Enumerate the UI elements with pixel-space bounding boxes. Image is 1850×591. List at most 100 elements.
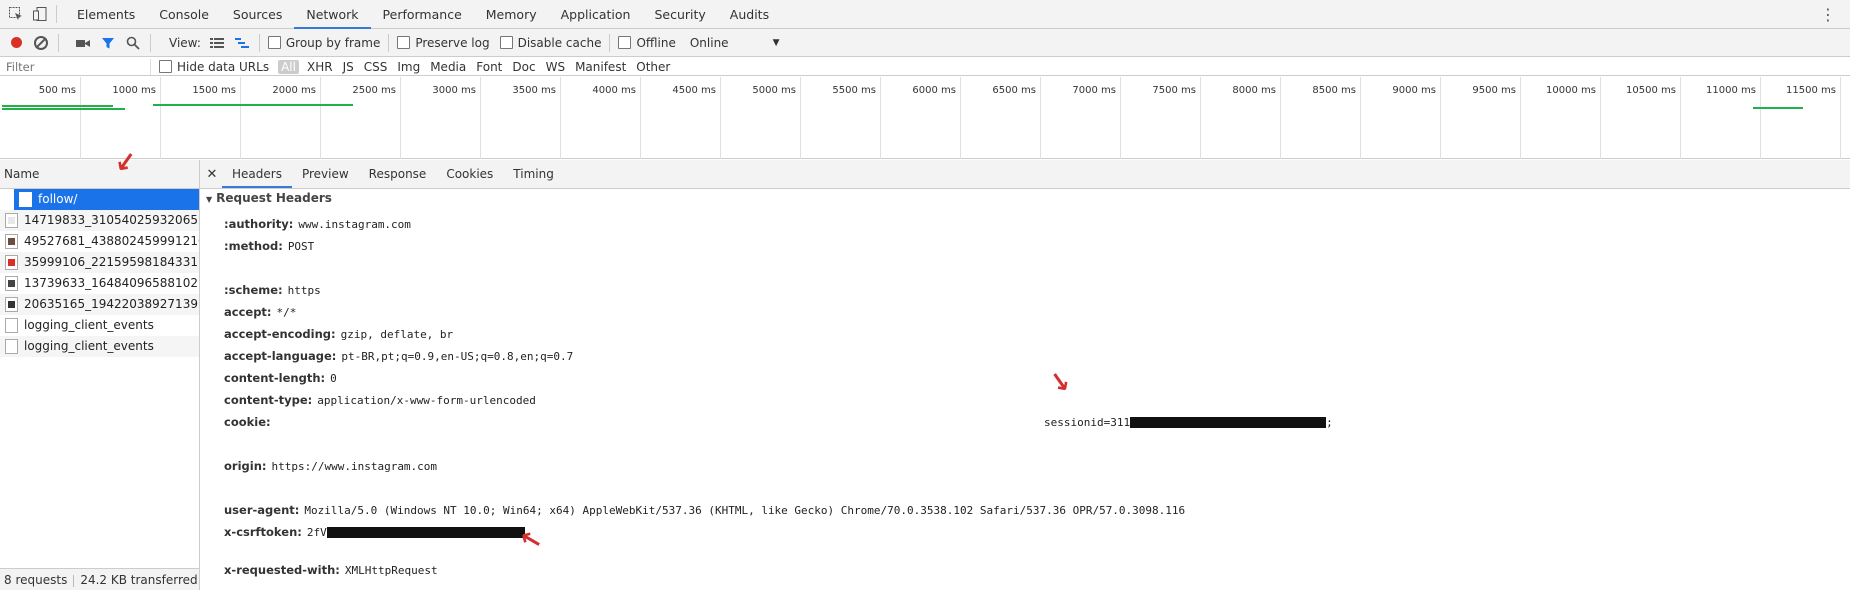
request-list: follow/14719833_310540259320655_... 49527…	[0, 189, 199, 357]
filter-type-ws[interactable]: WS	[541, 60, 570, 74]
header-value: https://www.instagram.com	[271, 460, 438, 473]
search-icon[interactable]	[124, 34, 142, 52]
header-row: accept-language: pt-BR,pt;q=0.9,en-US;q=0…	[224, 349, 573, 363]
timeline-gridline	[560, 77, 561, 159]
filter-type-media[interactable]: Media	[425, 60, 471, 74]
offline-label: Offline	[636, 35, 676, 50]
request-row[interactable]: logging_client_events	[0, 315, 199, 336]
header-row: content-length: 0	[224, 371, 337, 385]
filter-type-font[interactable]: Font	[471, 60, 507, 74]
tab-network[interactable]: Network	[294, 0, 371, 29]
header-key: cookie:	[224, 415, 271, 429]
tab-sources[interactable]: Sources	[221, 0, 294, 29]
tab-timing[interactable]: Timing	[503, 160, 564, 188]
header-row: :authority: www.instagram.com	[224, 217, 411, 231]
close-icon[interactable]: ✕	[202, 167, 222, 182]
device-toolbar-icon[interactable]	[32, 6, 48, 22]
filter-input[interactable]	[0, 58, 151, 75]
timeline-tick-label: 3500 ms	[512, 85, 556, 96]
kebab-menu-icon[interactable]: ⋮	[1820, 5, 1836, 24]
tab-performance[interactable]: Performance	[371, 0, 474, 29]
timeline-gridline	[1680, 77, 1681, 159]
timeline-tick-label: 7500 ms	[1152, 85, 1196, 96]
timeline-activity-bar	[2, 105, 113, 107]
filter-type-css[interactable]: CSS	[359, 60, 393, 74]
record-icon[interactable]	[7, 34, 25, 52]
filter-type-other[interactable]: Other	[631, 60, 675, 74]
filter-type-doc[interactable]: Doc	[507, 60, 540, 74]
filter-type-manifest[interactable]: Manifest	[570, 60, 631, 74]
tab-elements[interactable]: Elements	[65, 0, 147, 29]
request-row[interactable]: 20635165_1942203892713915...	[0, 294, 199, 315]
preserve-log-label: Preserve log	[415, 35, 490, 50]
timeline-tick-label: 10000 ms	[1546, 85, 1596, 96]
timeline-gridline	[1200, 77, 1201, 159]
timeline-gridline	[1040, 77, 1041, 159]
request-row[interactable]: 13739633_1648409658810275...	[0, 273, 199, 294]
filter-type-js[interactable]: JS	[338, 60, 359, 74]
file-icon	[5, 276, 18, 291]
header-value: XMLHttpRequest	[344, 564, 438, 577]
camera-icon[interactable]	[74, 34, 92, 52]
network-overview[interactable]: 500 ms 1000 ms 1500 ms 2000 ms 2500 ms 3000 m…	[0, 77, 1850, 159]
tab-security[interactable]: Security	[642, 0, 717, 29]
disable-cache-checkbox[interactable]: Disable cache	[499, 35, 602, 50]
tab-response[interactable]: Response	[359, 160, 437, 188]
request-name: 14719833_310540259320655_...	[24, 213, 199, 227]
timeline-tick-label: 11500 ms	[1786, 85, 1836, 96]
redacted-block	[326, 527, 525, 538]
header-row: :scheme: https	[224, 283, 321, 297]
timeline-gridline	[800, 77, 801, 159]
waterfall-view-icon[interactable]	[233, 34, 251, 52]
throttling-select[interactable]: Online ▼	[690, 36, 780, 50]
hide-data-urls-checkbox[interactable]: Hide data URLs	[159, 60, 269, 74]
header-row: :method: POST	[224, 239, 314, 253]
header-value: POST	[287, 240, 315, 253]
tab-memory[interactable]: Memory	[474, 0, 549, 29]
timeline-tick-label: 9500 ms	[1472, 85, 1516, 96]
disable-cache-label: Disable cache	[517, 35, 602, 50]
clear-icon[interactable]	[32, 34, 50, 52]
tab-audits[interactable]: Audits	[718, 0, 781, 29]
timeline-gridline	[1360, 77, 1361, 159]
timeline-gridline	[1520, 77, 1521, 159]
request-name: 49527681_438802459991210_...	[24, 234, 199, 248]
tab-headers[interactable]: Headers	[222, 160, 292, 188]
filter-icon[interactable]	[99, 34, 117, 52]
filter-bar: Hide data URLs All XHR JS CSS Img Media …	[0, 58, 1850, 76]
inspect-icon[interactable]	[8, 6, 24, 22]
request-row[interactable]: follow/	[14, 189, 199, 210]
header-value: Mozilla/5.0 (Windows NT 10.0; Win64; x64…	[304, 504, 1186, 517]
redacted-block	[1130, 417, 1327, 428]
name-column-header[interactable]: Name	[0, 160, 199, 189]
view-label: View:	[169, 35, 201, 50]
offline-checkbox[interactable]: Offline	[618, 35, 676, 50]
request-row[interactable]: logging_client_events	[0, 336, 199, 357]
filter-type-img[interactable]: Img	[392, 60, 425, 74]
request-row[interactable]: 35999106_2215959818433171...	[0, 252, 199, 273]
header-row-csrf: x-csrftoken: 2fV	[224, 525, 525, 539]
header-row-cookie: cookie:	[224, 415, 276, 429]
timeline-gridline	[1280, 77, 1281, 159]
header-key: accept-encoding:	[224, 327, 336, 341]
header-row: content-type: application/x-www-form-urle…	[224, 393, 536, 407]
filter-type-all[interactable]: All	[278, 59, 299, 74]
file-icon	[5, 318, 18, 333]
header-value: pt-BR,pt;q=0.9,en-US;q=0.8,en;q=0.7	[341, 350, 574, 363]
timeline-gridline	[160, 77, 161, 159]
filter-type-xhr[interactable]: XHR	[302, 60, 338, 74]
tab-preview[interactable]: Preview	[292, 160, 359, 188]
preserve-log-checkbox[interactable]: Preserve log	[397, 35, 490, 50]
tab-application[interactable]: Application	[549, 0, 643, 29]
list-view-icon[interactable]	[208, 34, 226, 52]
request-row[interactable]: 14719833_310540259320655_...	[0, 210, 199, 231]
divider	[388, 33, 390, 52]
tab-console[interactable]: Console	[147, 0, 221, 29]
request-row[interactable]: 49527681_438802459991210_...	[0, 231, 199, 252]
file-icon	[5, 213, 18, 228]
group-by-frame-checkbox[interactable]: Group by frame	[267, 36, 380, 50]
request-headers-section[interactable]: ▼ Request Headers	[206, 191, 1850, 205]
header-key: accept-language:	[224, 349, 337, 363]
request-name: logging_client_events	[24, 318, 154, 332]
tab-cookies[interactable]: Cookies	[436, 160, 503, 188]
